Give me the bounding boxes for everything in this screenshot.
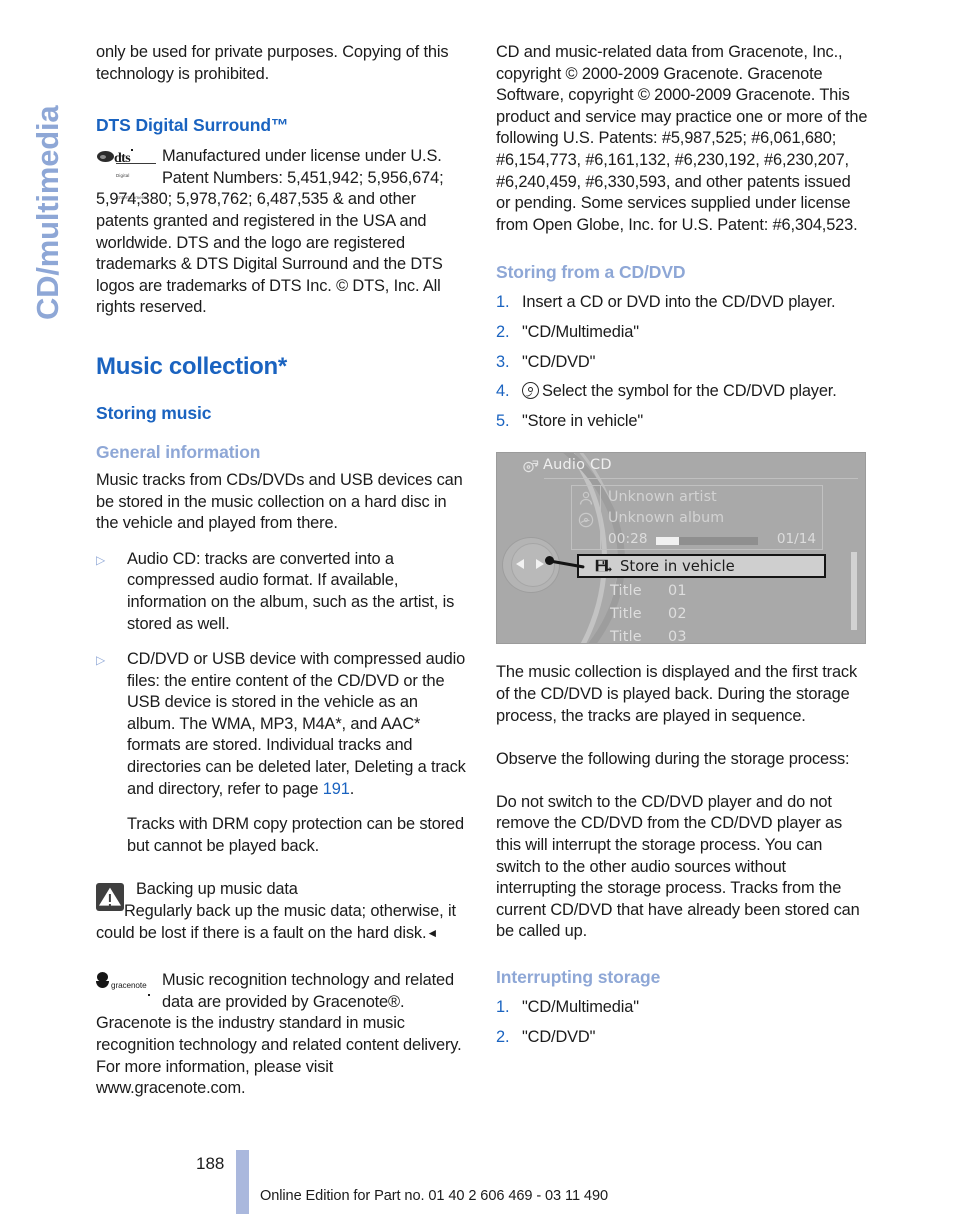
list-item: 1. Insert a CD or DVD into the CD/DVD pl…: [496, 292, 868, 314]
warning-end-mark: ◄: [426, 925, 439, 940]
album-disc-icon: [578, 513, 594, 528]
idrive-title-divider: [544, 478, 858, 480]
save-to-vehicle-icon: [595, 560, 612, 573]
idrive-track-row[interactable]: Title 01: [610, 583, 687, 600]
warning-title: Backing up music data: [136, 880, 298, 899]
idrive-progress-fill: [656, 537, 680, 546]
list-item-number: 3.: [496, 352, 510, 371]
warning-body: Regularly back up the music data; otherw…: [96, 902, 456, 942]
warning-note: Backing up music data Regularly back up …: [96, 879, 468, 944]
list-item-text: "CD/Multimedia": [522, 998, 639, 1017]
cd-disc-icon: [522, 381, 539, 399]
gracenote-logo: gracenote: [96, 972, 162, 1012]
idrive-store-in-vehicle-label: Store in vehicle: [620, 558, 735, 576]
controller-right-arrow-icon: [536, 559, 544, 570]
chapter-side-tab-label: CD/multimedia: [30, 105, 65, 320]
dts-logo-tagline: Digital Entertainment: [116, 163, 156, 208]
idrive-progress-bar: [656, 537, 758, 546]
general-information-paragraph: Music tracks from CDs/DVDs and USB devic…: [96, 470, 463, 533]
list-item-text: "CD/DVD": [522, 352, 596, 371]
heading-dts-digital-surround: DTS Digital Surround™: [96, 115, 289, 136]
after-figure-paragraph: Observe the following during the storage…: [496, 749, 850, 768]
heading-storing-music: Storing music: [96, 402, 212, 423]
artist-person-icon: [579, 492, 593, 505]
heading-interrupting-storage: Interrupting storage: [496, 967, 661, 988]
idrive-controller-graphic: [502, 533, 585, 595]
gracenote-logo-word: gracenote: [111, 975, 150, 997]
left-column: only be used for private purposes. Copyi…: [96, 42, 468, 1100]
list-item-text: Select the symbol for the CD/DVD player.: [522, 381, 868, 403]
bullet-item: ▷ CD/DVD or USB device with compressed a…: [96, 649, 468, 800]
intro-paragraph: only be used for private purposes. Copyi…: [96, 43, 449, 83]
idrive-track-number: 02: [668, 606, 687, 623]
idrive-track-number: 03: [668, 629, 687, 645]
after-figure-paragraph: The music collection is displayed and th…: [496, 663, 857, 725]
idrive-artist-label: Unknown artist: [608, 489, 717, 506]
list-item: 2. "CD/DVD": [496, 1027, 868, 1049]
audio-cd-icon: [523, 460, 539, 473]
list-item: 1. "CD/Multimedia": [496, 997, 868, 1019]
idrive-track-row[interactable]: Title 02: [610, 606, 687, 623]
dts-paragraph-block: dts Digital Entertainment Manufactured u…: [96, 146, 468, 319]
after-figure-paragraph: Do not switch to the CD/DVD player and d…: [496, 792, 860, 941]
bullet-text-after-link: .: [349, 779, 355, 798]
idrive-track-label: Title: [610, 606, 642, 623]
footer-edition-text: Online Edition for Part no. 01 40 2 606 …: [260, 1188, 608, 1204]
idrive-track-label: Title: [610, 583, 642, 600]
list-item-text: Insert a CD or DVD into the CD/DVD playe…: [522, 293, 836, 312]
list-item-text: "CD/DVD": [522, 1027, 596, 1046]
page-footer: 188 Online Edition for Part no. 01 40 2 …: [0, 1150, 954, 1215]
idrive-track-number: 01: [668, 583, 687, 600]
list-item: 4. Select the symbol for the CD/DVD play…: [496, 381, 868, 403]
list-item-text: "Store in vehicle": [522, 411, 643, 430]
gracenote-note: gracenote Music recognition technology a…: [96, 970, 468, 1100]
idrive-track-label: Title: [610, 629, 642, 645]
list-item: 2. "CD/Multimedia": [496, 322, 868, 344]
right-column: CD and music-related data from Gracenote…: [496, 42, 868, 1056]
list-item-number: 4.: [496, 382, 510, 401]
list-item: 5. "Store in vehicle": [496, 411, 868, 433]
controller-left-arrow-icon: [516, 559, 524, 570]
idrive-track-counter: 01/14: [776, 531, 816, 548]
idrive-album-label: Unknown album: [608, 510, 725, 527]
idrive-scrollbar[interactable]: [851, 552, 857, 631]
list-item-number: 1.: [496, 998, 510, 1017]
page-number: 188: [196, 1154, 225, 1173]
idrive-title: Audio CD: [543, 457, 612, 474]
list-item-text: "CD/Multimedia": [522, 322, 639, 341]
bullet-triangle-icon: ▷: [96, 552, 106, 567]
bullet-continuation-text: Tracks with DRM copy protection can be s…: [127, 815, 464, 855]
idrive-track-row[interactable]: Title 03: [610, 629, 687, 645]
dts-logo: dts Digital Entertainment: [96, 148, 162, 200]
list-item-number: 5.: [496, 411, 510, 430]
list-item: 3. "CD/DVD": [496, 352, 868, 374]
idrive-screenshot-figure: Audio CD Unknown artist Unknown album 00…: [496, 452, 866, 645]
idrive-now-playing-box: Unknown artist Unknown album 00:28 01/14: [571, 485, 823, 551]
idrive-elapsed-time: 00:28: [608, 531, 648, 548]
heading-general-information: General information: [96, 441, 261, 462]
bullet-triangle-icon: ▷: [96, 653, 106, 668]
bullet-text: CD/DVD or USB device with compressed aud…: [127, 649, 468, 800]
page-title-music-collection: Music collection*: [96, 352, 287, 380]
page-reference-link[interactable]: 191: [323, 780, 350, 798]
gracenote-legal-paragraph: CD and music-related data from Gracenote…: [496, 43, 868, 234]
bullet-text: Audio CD: tracks are converted into a co…: [127, 549, 455, 633]
bullet-text-before-link: CD/DVD or USB device with compressed aud…: [127, 650, 466, 798]
list-item-number: 2.: [496, 1027, 510, 1046]
list-item-number: 2.: [496, 322, 510, 341]
dts-disc-icon: [97, 151, 114, 163]
list-item-text-label: Select the symbol for the CD/DVD player.: [542, 382, 837, 401]
bullet-item: ▷ Audio CD: tracks are converted into a …: [96, 549, 468, 635]
list-item-number: 1.: [496, 293, 510, 312]
footer-accent-bar: [236, 1150, 249, 1214]
chapter-side-tab: CD/multimedia: [0, 0, 92, 340]
heading-storing-from-cd-dvd: Storing from a CD/DVD: [496, 262, 686, 283]
idrive-store-in-vehicle-item[interactable]: Store in vehicle: [577, 554, 826, 579]
warning-triangle-icon: [96, 883, 124, 912]
gracenote-mark-icon: [96, 972, 109, 989]
